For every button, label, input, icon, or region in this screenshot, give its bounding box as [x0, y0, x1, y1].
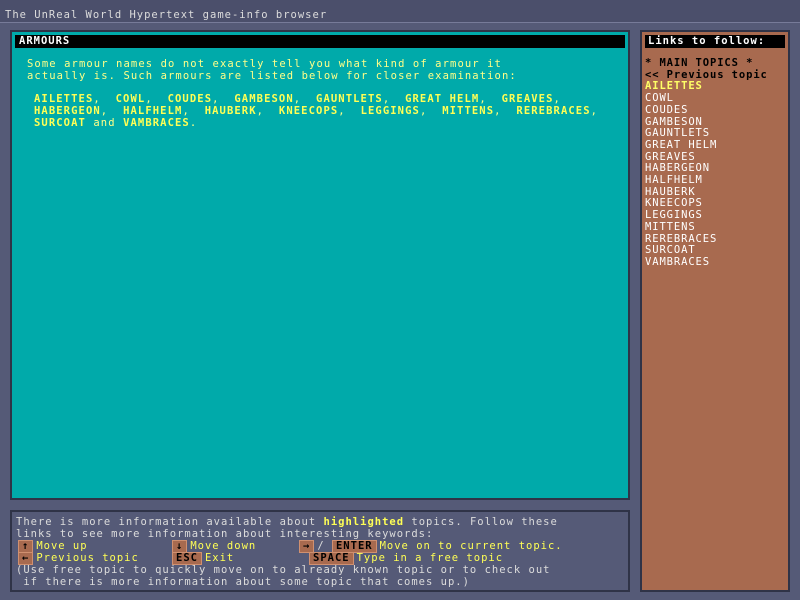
and-word: and — [85, 117, 124, 129]
topic-link-vambraces[interactable]: VAMBRACES — [123, 117, 190, 129]
sidebar-item-vambraces[interactable]: VAMBRACES — [645, 256, 787, 269]
topic-link-kneecops[interactable]: KNEECOPS — [279, 105, 338, 117]
separator: , — [590, 105, 613, 117]
link-row: AILETTES, COWL, COUDES, GAMBESON, GAUNTL… — [34, 93, 619, 105]
content-panel: ARMOURS Some armour names do not exactly… — [10, 30, 630, 500]
link-row: HABERGEON, HALFHELM, HAUBERK, KNEECOPS, … — [34, 105, 619, 117]
separator: , — [494, 105, 517, 117]
sidebar-item-coudes[interactable]: COUDES — [645, 104, 787, 117]
topic-link-leggings[interactable]: LEGGINGS — [361, 105, 420, 117]
key-hint-label: Previous topic — [36, 552, 139, 564]
help-intro: There is more information available abou… — [16, 516, 558, 528]
topic-description: Some armour names do not exactly tell yo… — [27, 58, 607, 82]
sidebar-item-great-helm[interactable]: GREAT HELM — [645, 139, 787, 152]
sidebar-item-halfhelm[interactable]: HALFHELM — [645, 174, 787, 187]
help-panel: There is more information available abou… — [10, 510, 630, 592]
separator: , — [93, 93, 116, 105]
topic-heading: ARMOURS — [15, 35, 625, 48]
topic-link-mittens[interactable]: MITTENS — [442, 105, 494, 117]
sidebar-heading: Links to follow: — [645, 35, 785, 48]
topic-link-gambeson[interactable]: GAMBESON — [234, 93, 293, 105]
description-line: Some armour names do not exactly tell yo… — [27, 58, 502, 70]
key-hint-label: Move on to current topic. — [379, 540, 563, 552]
help-intro-line2: links to see more information about inte… — [16, 528, 434, 540]
help-intro-text-end: topics. Follow these — [404, 516, 558, 528]
separator: , — [293, 93, 317, 105]
topic-link-great-helm[interactable]: GREAT HELM — [405, 93, 479, 105]
title-bar: The UnReal World Hypertext game-info bro… — [0, 0, 800, 23]
separator: , — [382, 93, 406, 105]
topic-link-ailettes[interactable]: AILETTES — [34, 93, 93, 105]
links-sidebar: Links to follow: * MAIN TOPICS * << Previ… — [640, 30, 790, 592]
separator: , — [256, 105, 279, 117]
separator: , — [145, 93, 168, 105]
key-hint-label: Move up — [36, 540, 88, 552]
topic-link-rerebraces[interactable]: REREBRACES — [516, 105, 590, 117]
separator: , — [338, 105, 361, 117]
topic-link-hauberk[interactable]: HAUBERK — [205, 105, 257, 117]
key-hint-label: Move down — [190, 540, 257, 552]
link-row: SURCOAT and VAMBRACES. — [34, 117, 619, 129]
separator: , — [212, 93, 235, 105]
window-title: The UnReal World Hypertext game-info bro… — [5, 9, 328, 21]
key-hint-label: Exit — [204, 552, 235, 564]
separator: , — [182, 105, 205, 117]
sidebar-link-list: * MAIN TOPICS * << Previous topic AILETTES… — [645, 57, 787, 269]
topic-link-surcoat[interactable]: SURCOAT — [34, 117, 86, 129]
key-hint-label: Type in a free topic — [356, 552, 504, 564]
topic-link-halfhelm[interactable]: HALFHELM — [123, 105, 182, 117]
topic-links: AILETTES, COWL, COUDES, GAMBESON, GAUNTL… — [34, 93, 619, 129]
topic-link-coudes[interactable]: COUDES — [168, 93, 213, 105]
help-note-line2: if there is more information about some … — [16, 576, 470, 588]
description-line: actually is. Such armours are listed bel… — [27, 70, 517, 82]
end-mark: . — [189, 117, 198, 129]
key-separator: / — [317, 540, 325, 552]
separator: , — [100, 105, 124, 117]
topic-link-greaves[interactable]: GREAVES — [502, 93, 554, 105]
topic-link-gauntlets[interactable]: GAUNTLETS — [316, 93, 383, 105]
help-intro-highlight: highlighted — [323, 516, 405, 528]
sidebar-item-mittens[interactable]: MITTENS — [645, 221, 787, 234]
separator: , — [419, 105, 443, 117]
topic-link-habergeon[interactable]: HABERGEON — [34, 105, 101, 117]
sidebar-item-main-topics[interactable]: * MAIN TOPICS * — [645, 57, 787, 70]
separator: , — [479, 93, 502, 105]
topic-link-cowl[interactable]: COWL — [116, 93, 146, 105]
help-intro-text: There is more information available abou… — [16, 516, 324, 528]
help-note-line1: (Use free topic to quickly move on to al… — [16, 564, 551, 576]
separator: , — [553, 93, 576, 105]
